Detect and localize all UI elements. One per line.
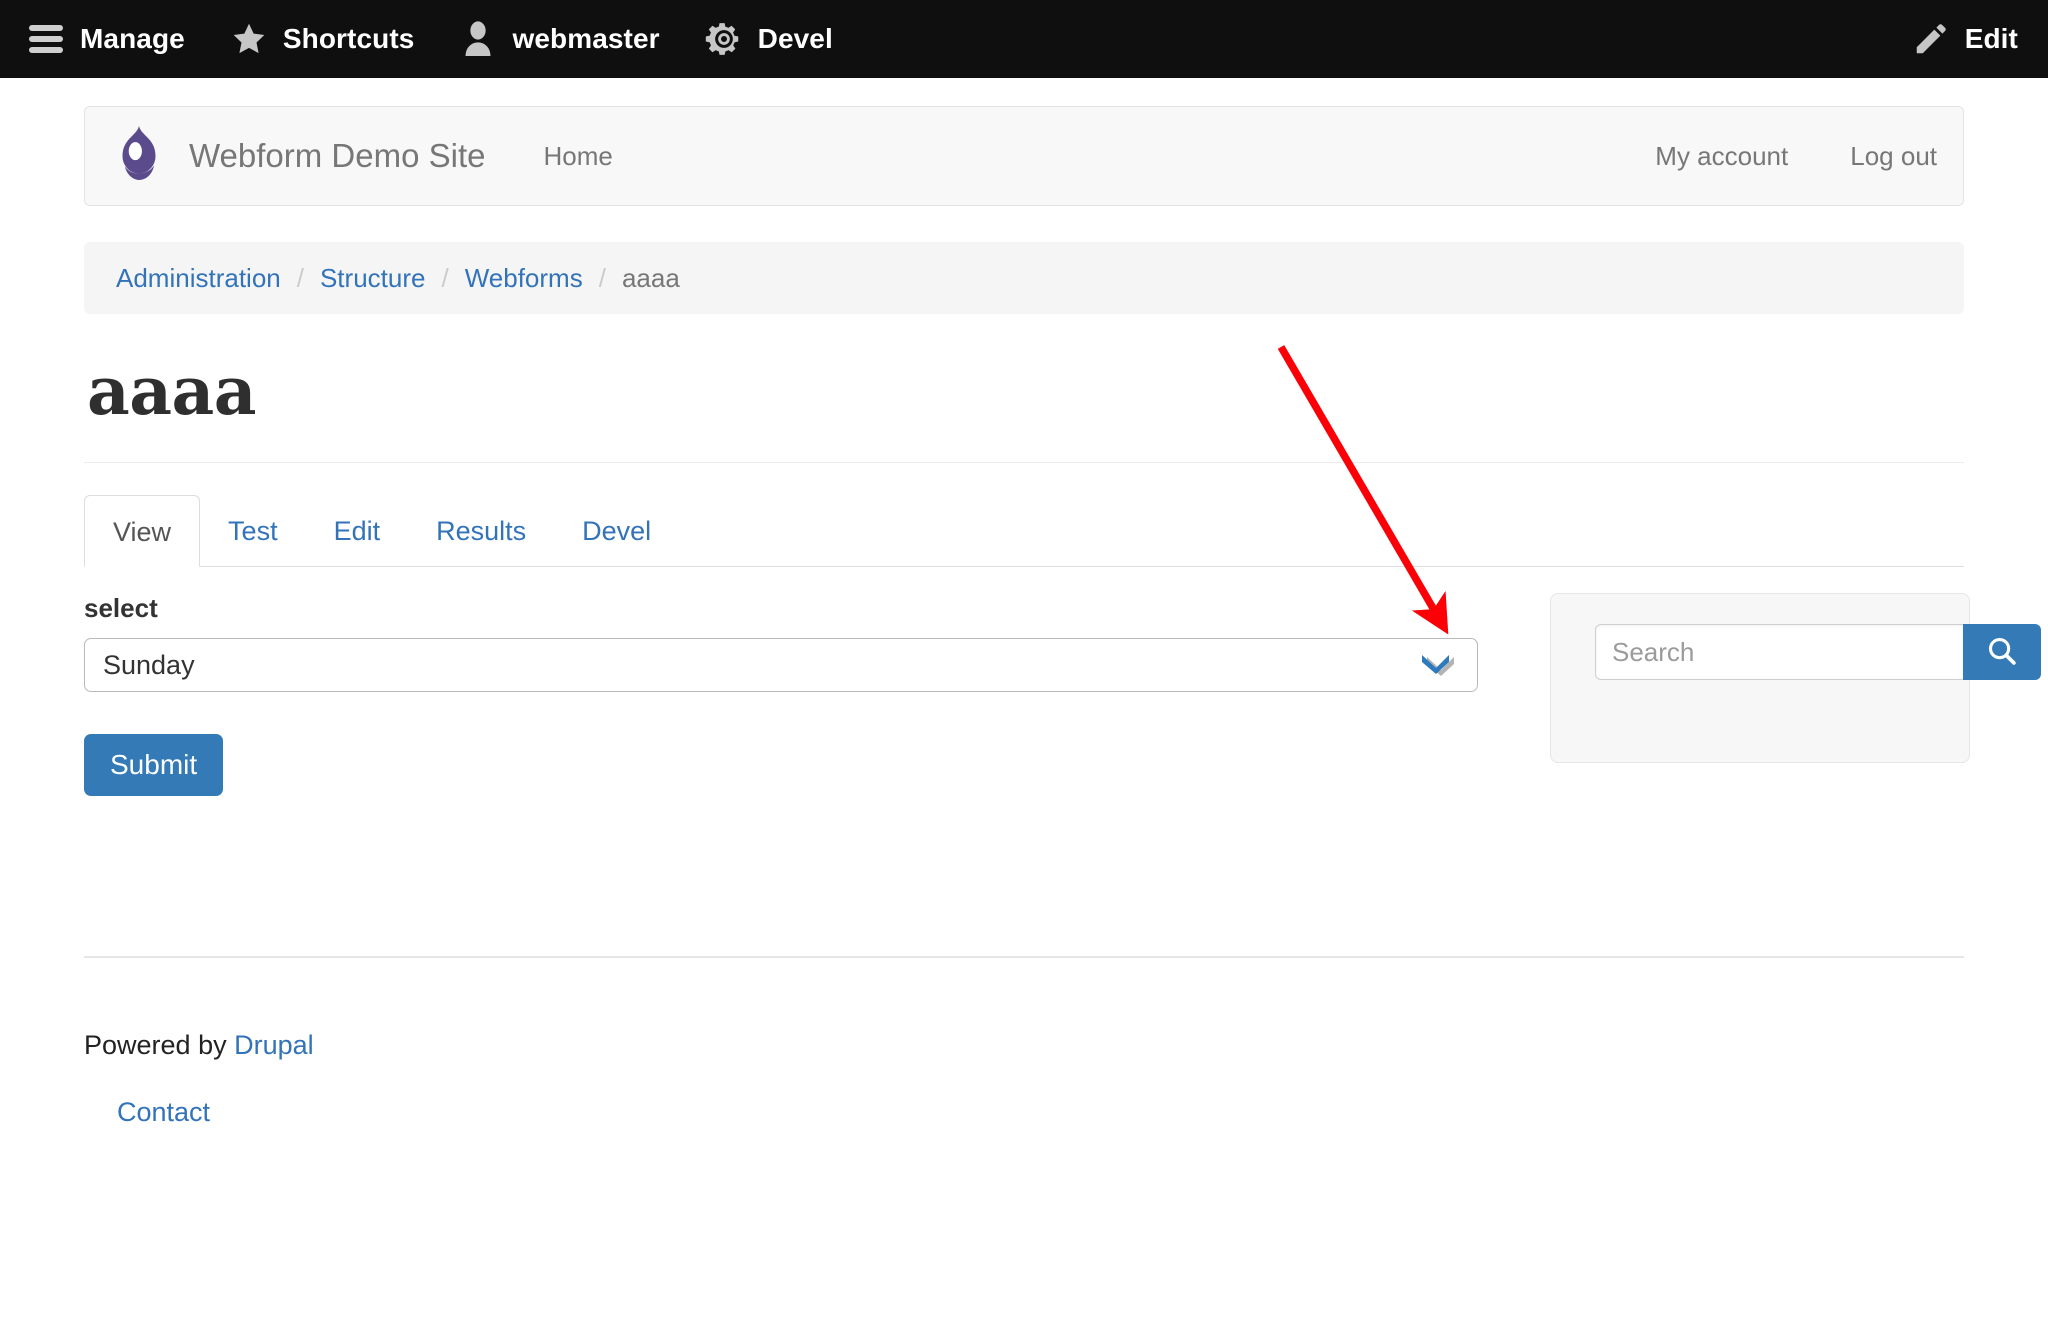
title-divider: [84, 462, 1964, 463]
webform-form: select Sunday Submit: [84, 593, 1484, 796]
select-field-label: select: [84, 593, 158, 623]
tab-edit-label: Edit: [333, 516, 381, 546]
toolbar-item-shortcuts-label: Shortcuts: [282, 23, 415, 54]
toolbar-item-devel-label: Devel: [757, 23, 833, 54]
site-brand-name: Webform Demo Site: [189, 137, 486, 174]
admin-toolbar: Manage Shortcuts webmaster Devel Edit: [0, 0, 2048, 78]
site-brand[interactable]: Webform Demo Site: [111, 123, 485, 189]
primary-tabs-wrapper: View Test Edit Results Devel: [84, 495, 1964, 567]
primary-tabs: View Test Edit Results Devel: [84, 495, 1964, 567]
gear-icon: [704, 19, 744, 59]
breadcrumb-separator: /: [296, 262, 304, 293]
breadcrumb-separator: /: [598, 262, 606, 293]
contact-link[interactable]: Contact: [117, 1097, 210, 1128]
tab-test[interactable]: Test: [200, 495, 306, 567]
admin-toolbar-left: Manage Shortcuts webmaster Devel: [26, 19, 1867, 59]
search-submit-button[interactable]: [1963, 624, 2041, 680]
tab-devel[interactable]: Devel: [554, 495, 679, 567]
toolbar-item-edit[interactable]: Edit: [1911, 19, 2018, 59]
tab-view[interactable]: View: [84, 495, 201, 567]
breadcrumb: Administration / Structure / Webforms / …: [84, 242, 1964, 314]
breadcrumb-item-webforms[interactable]: Webforms: [465, 263, 583, 294]
breadcrumb-item-administration[interactable]: Administration: [116, 263, 281, 294]
powered-by-text: Powered by Drupal: [84, 1030, 1964, 1061]
search-block: [1550, 593, 2041, 763]
select-selected-value: Sunday: [103, 649, 195, 680]
breadcrumb-item-structure[interactable]: Structure: [320, 263, 426, 294]
hamburger-menu-icon: [26, 19, 66, 59]
tab-edit[interactable]: Edit: [306, 495, 409, 567]
page-body: Webform Demo Site Home My account Log ou…: [0, 78, 2048, 1128]
tab-results-label: Results: [436, 516, 527, 546]
site-nav-right: My account Log out: [1593, 141, 1937, 172]
user-icon: [458, 19, 498, 59]
powered-by-prefix: Powered by: [84, 1030, 235, 1060]
star-icon: [229, 19, 269, 59]
footer-divider: [84, 956, 1964, 958]
site-footer: Powered by Drupal Contact: [84, 1030, 1964, 1128]
nav-link-home[interactable]: Home: [543, 141, 612, 172]
page-title: aaaa: [87, 352, 257, 430]
magnifier-icon: [1985, 634, 2019, 671]
tab-view-label: View: [113, 517, 172, 547]
nav-link-my-account[interactable]: My account: [1655, 141, 1788, 172]
content-row: select Sunday Submit: [84, 593, 2041, 796]
nav-link-log-out[interactable]: Log out: [1850, 141, 1937, 172]
search-form: [1595, 624, 2041, 680]
tab-devel-label: Devel: [582, 516, 652, 546]
breadcrumb-item-current: aaaa: [621, 262, 680, 293]
page-container: Webform Demo Site Home My account Log ou…: [84, 106, 2041, 1128]
chevron-down-icon: [1421, 654, 1455, 676]
drupal-droplet-logo: [111, 123, 167, 189]
breadcrumb-separator: /: [441, 262, 449, 293]
toolbar-item-shortcuts[interactable]: Shortcuts: [229, 19, 415, 59]
toolbar-item-account-label: webmaster: [512, 23, 660, 54]
toolbar-item-manage[interactable]: Manage: [26, 19, 185, 59]
tab-results[interactable]: Results: [408, 495, 554, 567]
tab-test-label: Test: [228, 516, 278, 546]
toolbar-item-account[interactable]: webmaster: [458, 19, 660, 59]
select-input[interactable]: Sunday: [84, 638, 1478, 692]
pencil-icon: [1911, 19, 1951, 59]
site-nav-left: Home: [543, 141, 1593, 172]
submit-button[interactable]: Submit: [84, 734, 224, 796]
toolbar-item-edit-label: Edit: [1964, 23, 2018, 54]
site-navbar: Webform Demo Site Home My account Log ou…: [84, 106, 1964, 206]
search-input[interactable]: [1595, 624, 1963, 680]
toolbar-item-devel[interactable]: Devel: [704, 19, 833, 59]
toolbar-item-manage-label: Manage: [80, 23, 185, 54]
drupal-link[interactable]: Drupal: [234, 1030, 314, 1060]
admin-toolbar-right: Edit: [1867, 19, 2018, 59]
